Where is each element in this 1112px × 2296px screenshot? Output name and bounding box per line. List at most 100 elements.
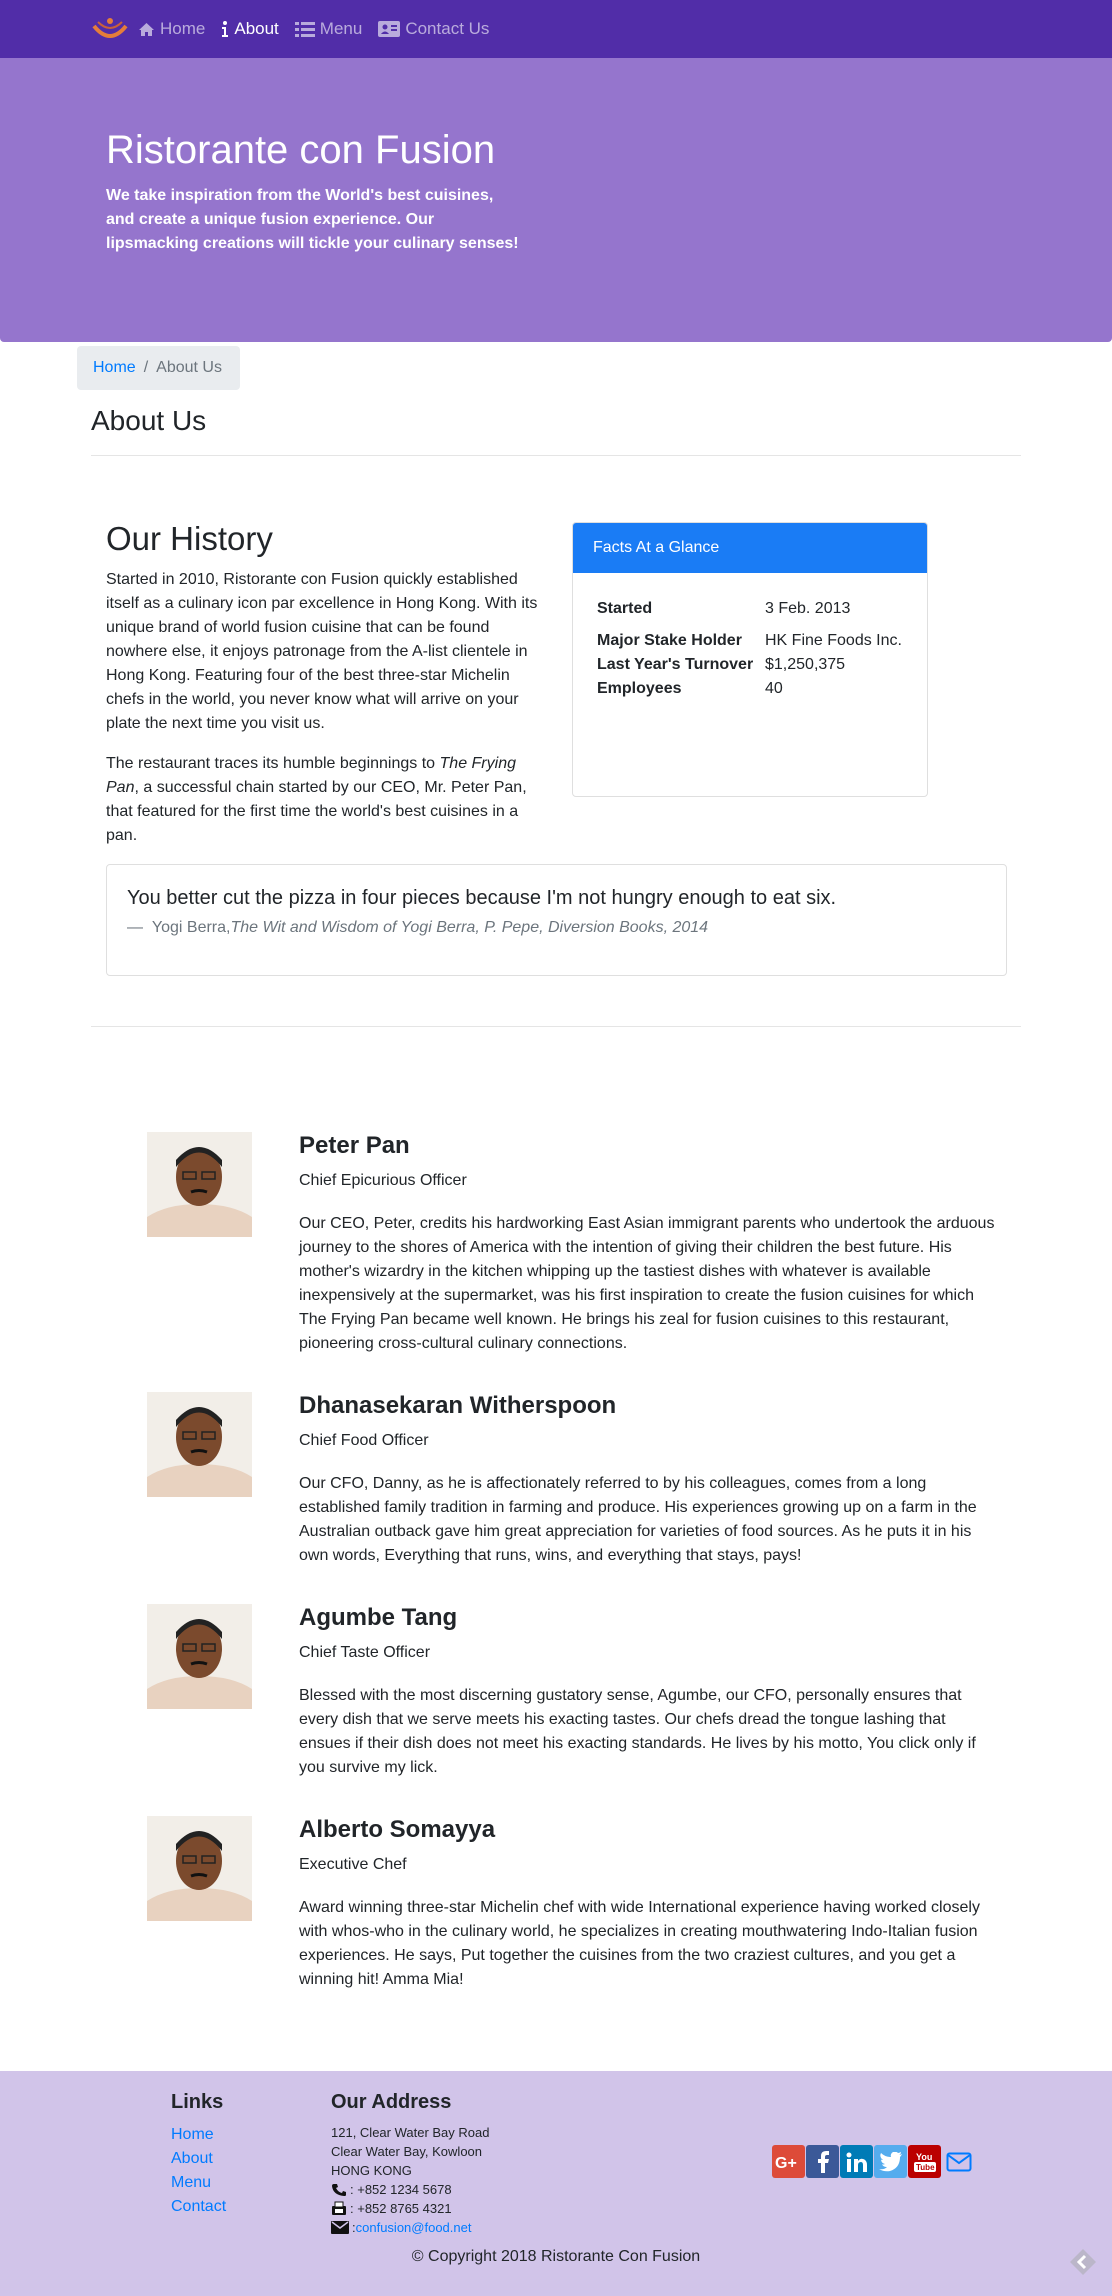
envelope-icon xyxy=(331,2221,349,2234)
phone-icon xyxy=(332,2183,346,2196)
svg-text:You: You xyxy=(916,2152,932,2162)
leader-description: Award winning three-star Michelin chef w… xyxy=(299,1899,980,1988)
email-link[interactable]: confusion@food.net xyxy=(356,2218,472,2237)
footer-address: 121, Clear Water Bay Road Clear Water Ba… xyxy=(331,2123,489,2237)
breadcrumb-home-link[interactable]: Home xyxy=(93,359,136,377)
twitter-button[interactable] xyxy=(874,2145,907,2178)
jumbotron: Ristorante con Fusion We take inspiratio… xyxy=(0,58,1112,342)
nav-contact-label: Contact Us xyxy=(405,19,490,38)
page-title: About Us xyxy=(91,405,207,436)
fact-value: HK Fine Foods Inc. xyxy=(765,632,902,649)
fact-value: $1,250,375 xyxy=(765,656,846,673)
quote-dash: — xyxy=(127,919,143,936)
facts-card: Facts At a Glance Started 3 Feb. 2013 Ma… xyxy=(572,522,928,797)
email-button[interactable] xyxy=(942,2145,975,2178)
leader-photo xyxy=(147,1604,252,1709)
fact-value: 3 Feb. 2013 xyxy=(765,600,851,617)
leader-description: Our CEO, Peter, credits his hardworking … xyxy=(299,1215,995,1352)
fact-key: Major Stake Holder xyxy=(597,632,742,649)
divider xyxy=(91,455,1021,456)
linkedin-button[interactable] xyxy=(840,2145,873,2178)
google-plus-icon: G+ xyxy=(775,2155,797,2172)
nav-home[interactable]: Home xyxy=(138,19,205,39)
copyright: © Copyright 2018 Ristorante Con Fusion xyxy=(411,2248,701,2265)
leader-description: Our CFO, Danny, as he is affectionately … xyxy=(299,1475,977,1564)
fact-row: Last Year's Turnover $1,250,375 xyxy=(597,653,925,677)
nav-menu[interactable]: Menu xyxy=(294,19,363,39)
breadcrumb-current: About Us xyxy=(156,359,222,376)
list-icon xyxy=(294,21,315,37)
facts-list: Started 3 Feb. 2013 Major Stake Holder H… xyxy=(597,597,925,701)
fax-icon xyxy=(332,2201,346,2215)
facebook-button[interactable] xyxy=(806,2145,839,2178)
footer-link-menu[interactable]: Menu xyxy=(171,2171,226,2195)
navbar: Home About Menu Contact Us xyxy=(0,0,1112,58)
address-line: HONG KONG xyxy=(331,2163,412,2178)
leader-name: Agumbe Tang xyxy=(299,1604,458,1631)
history-title: Our History xyxy=(106,520,273,557)
fax-row: : +852 8765 4321 xyxy=(331,2199,489,2218)
svg-text:G+: G+ xyxy=(775,2155,797,2172)
social-buttons: G+ You Tube xyxy=(772,2145,976,2178)
nav-contact[interactable]: Contact Us xyxy=(378,19,489,39)
leader-photo xyxy=(147,1816,252,1921)
mail-icon xyxy=(946,2152,971,2171)
facts-card-header: Facts At a Glance xyxy=(573,523,927,573)
nav-home-label: Home xyxy=(160,19,206,38)
leader-name: Peter Pan xyxy=(299,1132,410,1159)
twitter-icon xyxy=(878,2151,902,2171)
youtube-icon: YouTube xyxy=(913,2152,936,2172)
address-line: Clear Water Bay, Kowloon xyxy=(331,2144,483,2159)
nav-menu-label: Menu xyxy=(319,19,363,38)
linkedin-icon xyxy=(846,2152,867,2172)
leader-photo xyxy=(147,1132,252,1237)
fax-number: : +852 8765 4321 xyxy=(350,2201,452,2216)
leader-photo xyxy=(147,1392,252,1497)
quote-card: You better cut the pizza in four pieces … xyxy=(106,864,1007,976)
google-plus-button[interactable]: G+ xyxy=(772,2145,805,2178)
leader-role: Chief Taste Officer xyxy=(299,1644,431,1661)
nav-about-label: About xyxy=(234,19,279,38)
facebook-icon xyxy=(817,2150,829,2173)
footer-address-title: Our Address xyxy=(331,2091,452,2113)
divider xyxy=(91,1026,1021,1027)
quote-text: You better cut the pizza in four pieces … xyxy=(127,887,837,909)
fact-row: Started 3 Feb. 2013 xyxy=(597,597,925,621)
breadcrumb: Home / About Us xyxy=(77,346,240,390)
restaurant-logo[interactable] xyxy=(90,14,130,44)
info-icon xyxy=(222,21,229,37)
footer-links-title: Links xyxy=(171,2091,224,2113)
fact-value: 40 xyxy=(765,680,783,697)
leader-role: Executive Chef xyxy=(299,1856,407,1873)
nav-inner: Home About Menu Contact Us xyxy=(90,0,505,58)
leader-description: Blessed with the most discerning gustato… xyxy=(299,1687,976,1776)
fact-row: Major Stake Holder HK Fine Foods Inc. xyxy=(597,629,925,653)
leader-role: Chief Epicurious Officer xyxy=(299,1172,467,1189)
phone-number: : +852 1234 5678 xyxy=(350,2182,452,2197)
footer: Links Home About Menu Contact Our Addres… xyxy=(0,2071,1112,2296)
leader-name: Alberto Somayya xyxy=(299,1816,496,1843)
jumbotron-title: Ristorante con Fusion xyxy=(106,128,496,172)
history-p2-end: , a successful chain started by our CEO,… xyxy=(106,779,527,844)
quote-author: Yogi Berra, xyxy=(151,919,231,936)
history-paragraph-1: Started in 2010, Ristorante con Fusion q… xyxy=(106,571,538,732)
fact-key: Last Year's Turnover xyxy=(597,656,754,673)
footer-link-contact[interactable]: Contact xyxy=(171,2195,226,2219)
leader-role: Chief Food Officer xyxy=(299,1432,429,1449)
history-paragraph-2: The restaurant traces its humble beginni… xyxy=(106,752,546,848)
phone-row: : +852 1234 5678 xyxy=(331,2180,489,2199)
corner-arrow-icon[interactable] xyxy=(1068,2247,1098,2277)
leader-name: Dhanasekaran Witherspoon xyxy=(299,1392,617,1419)
footer-link-about[interactable]: About xyxy=(171,2147,226,2171)
history-p2-start: The restaurant traces its humble beginni… xyxy=(106,755,440,772)
home-icon xyxy=(139,22,154,36)
quote-footer: — Yogi Berra,The Wit and Wisdom of Yogi … xyxy=(127,919,708,937)
footer-link-home[interactable]: Home xyxy=(171,2123,226,2147)
fact-row: Employees 40 xyxy=(597,677,925,701)
fact-key: Started xyxy=(597,600,653,617)
address-card-icon xyxy=(378,21,401,37)
nav-about[interactable]: About xyxy=(221,19,279,39)
jumbotron-text: We take inspiration from the World's bes… xyxy=(106,187,519,252)
quote-source: The Wit and Wisdom of Yogi Berra, P. Pep… xyxy=(230,919,709,936)
youtube-button[interactable]: You Tube xyxy=(908,2145,941,2178)
